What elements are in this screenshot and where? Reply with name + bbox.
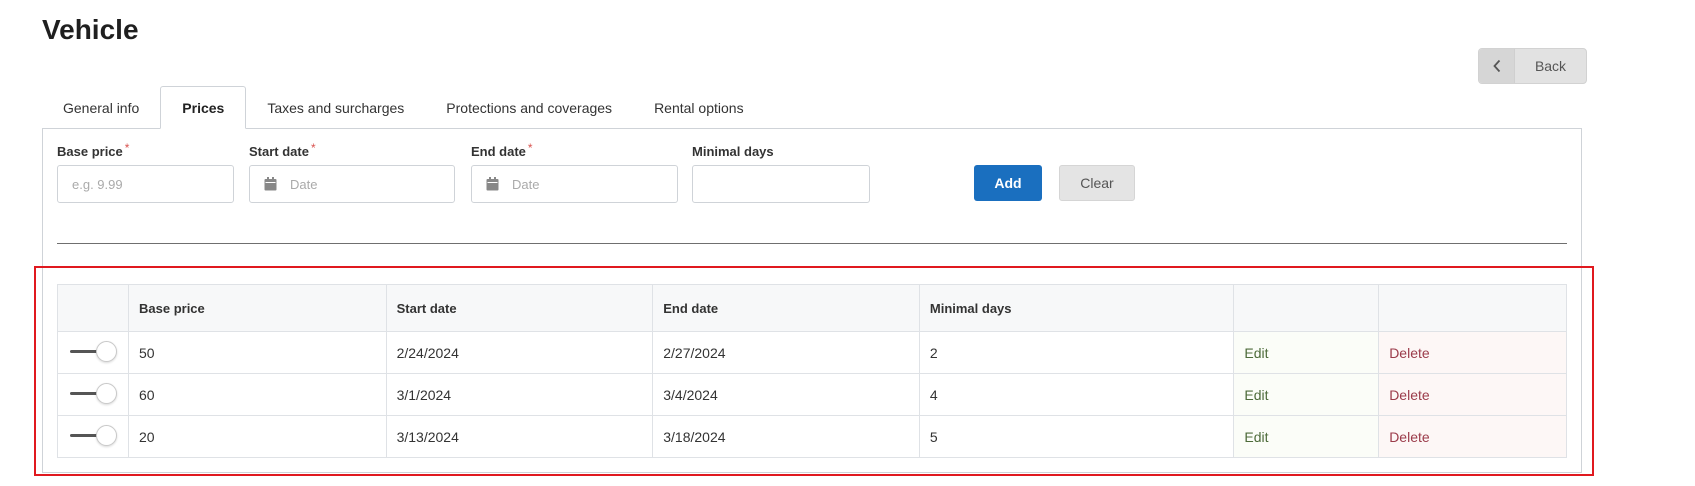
toggle-cell <box>57 331 129 374</box>
calendar-icon <box>264 177 278 191</box>
enabled-toggle[interactable] <box>68 383 118 404</box>
base-price-label-text: Base price <box>57 144 123 159</box>
delete-cell: Delete <box>1378 415 1567 458</box>
start-date-cell: 2/24/2024 <box>385 331 654 374</box>
divider <box>57 243 1567 244</box>
column-header-start-date: Start date <box>385 284 654 332</box>
base-price-cell: 20 <box>128 415 387 458</box>
required-mark: * <box>124 141 130 155</box>
end-date-placeholder: Date <box>512 176 540 192</box>
required-mark: * <box>527 141 533 155</box>
tab-prices[interactable]: Prices <box>160 86 247 129</box>
toggle-cell <box>57 373 129 416</box>
chevron-left-icon <box>1479 49 1515 83</box>
column-header-minimal-days: Minimal days <box>918 284 1235 332</box>
base-price-cell: 60 <box>128 373 387 416</box>
edit-link[interactable]: Edit <box>1244 429 1268 445</box>
delete-link[interactable]: Delete <box>1389 345 1429 361</box>
delete-link[interactable]: Delete <box>1389 387 1429 403</box>
delete-link[interactable]: Delete <box>1389 429 1429 445</box>
end-date-input[interactable]: Date <box>471 165 678 203</box>
tab-general-info[interactable]: General info <box>42 86 160 129</box>
end-date-cell: 3/18/2024 <box>652 415 920 458</box>
end-date-cell: 3/4/2024 <box>652 373 920 416</box>
calendar-icon <box>486 177 500 191</box>
minimal-days-cell: 2 <box>918 331 1235 374</box>
column-header-toggle <box>57 284 129 332</box>
start-date-label-text: Start date <box>249 144 309 159</box>
end-date-label-text: End date <box>471 144 526 159</box>
column-header-edit <box>1233 284 1380 332</box>
tab-bar: General info Prices Taxes and surcharges… <box>42 86 765 129</box>
edit-link[interactable]: Edit <box>1244 345 1268 361</box>
column-header-base-price: Base price <box>128 284 387 332</box>
end-date-label: End date * <box>471 141 533 159</box>
toggle-knob <box>96 383 117 404</box>
minimal-days-cell: 5 <box>918 415 1235 458</box>
toggle-knob <box>96 425 117 446</box>
minimal-days-cell: 4 <box>918 373 1235 416</box>
column-header-delete <box>1378 284 1567 332</box>
start-date-cell: 3/1/2024 <box>385 373 654 416</box>
base-price-input[interactable]: e.g. 9.99 <box>57 165 234 203</box>
required-mark: * <box>310 141 316 155</box>
edit-cell: Edit <box>1233 373 1380 416</box>
base-price-cell: 50 <box>128 331 387 374</box>
start-date-cell: 3/13/2024 <box>385 415 654 458</box>
enabled-toggle[interactable] <box>68 341 118 362</box>
tab-rental-options[interactable]: Rental options <box>633 86 765 129</box>
base-price-placeholder: e.g. 9.99 <box>72 176 123 192</box>
delete-cell: Delete <box>1378 331 1567 374</box>
edit-cell: Edit <box>1233 415 1380 458</box>
tab-protections-and-coverages[interactable]: Protections and coverages <box>425 86 633 129</box>
clear-button[interactable]: Clear <box>1059 165 1135 201</box>
edit-cell: Edit <box>1233 331 1380 374</box>
table-row: 50 2/24/2024 2/27/2024 2 Edit Delete <box>57 331 1567 374</box>
delete-cell: Delete <box>1378 373 1567 416</box>
table-row: 20 3/13/2024 3/18/2024 5 Edit Delete <box>57 415 1567 458</box>
add-button[interactable]: Add <box>974 165 1042 201</box>
toggle-cell <box>57 415 129 458</box>
minimal-days-label: Minimal days <box>692 144 774 159</box>
edit-link[interactable]: Edit <box>1244 387 1268 403</box>
prices-table: Base price Start date End date Minimal d… <box>57 284 1567 458</box>
page-title: Vehicle <box>42 14 139 45</box>
table-row: 60 3/1/2024 3/4/2024 4 Edit Delete <box>57 373 1567 416</box>
enabled-toggle[interactable] <box>68 425 118 446</box>
tab-taxes-and-surcharges[interactable]: Taxes and surcharges <box>246 86 425 129</box>
start-date-label: Start date * <box>249 141 316 159</box>
column-header-end-date: End date <box>652 284 920 332</box>
base-price-label: Base price * <box>57 141 130 159</box>
back-label: Back <box>1534 58 1567 74</box>
toggle-knob <box>96 341 117 362</box>
end-date-cell: 2/27/2024 <box>652 331 920 374</box>
start-date-placeholder: Date <box>290 176 318 192</box>
back-button[interactable]: Back <box>1478 48 1587 84</box>
minimal-days-input[interactable] <box>692 165 870 203</box>
table-header-row: Base price Start date End date Minimal d… <box>57 284 1567 332</box>
start-date-input[interactable]: Date <box>249 165 455 203</box>
